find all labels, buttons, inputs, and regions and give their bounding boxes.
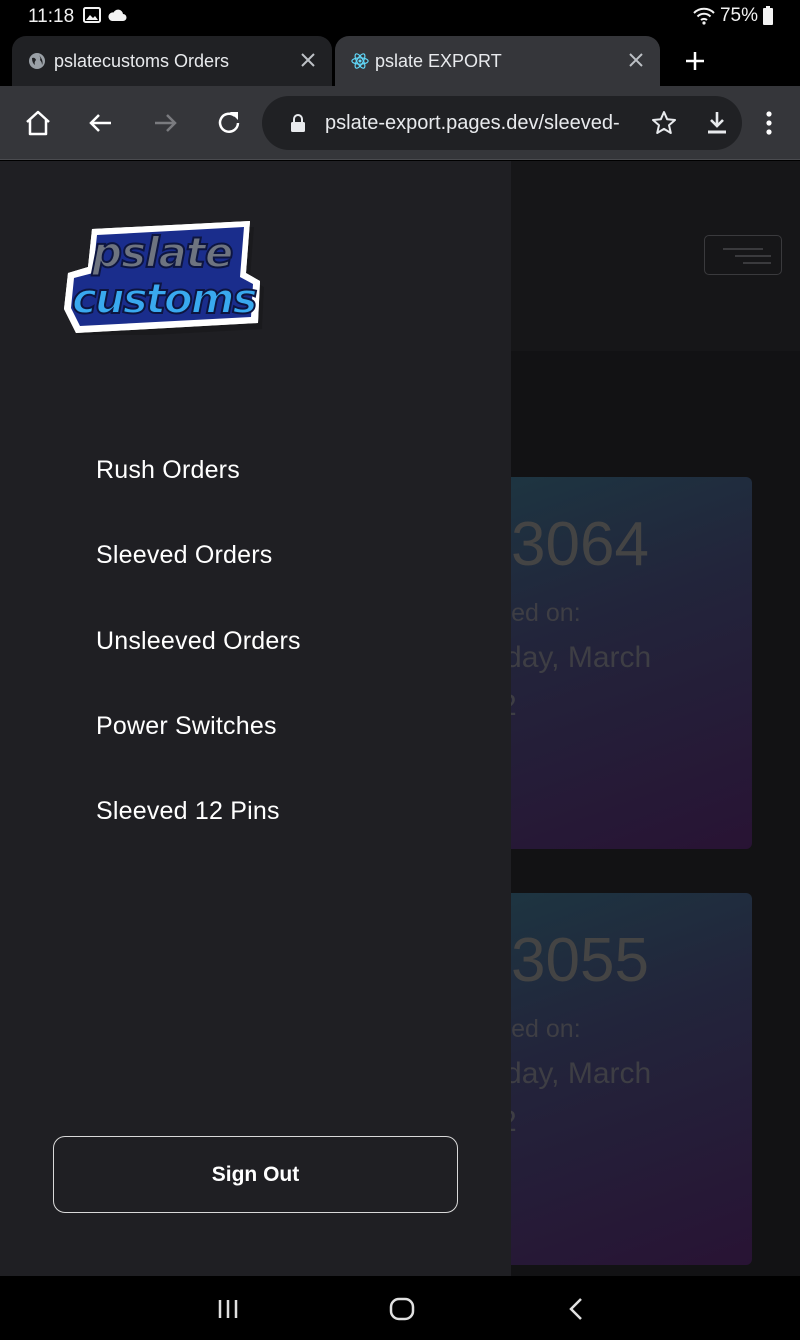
- system-nav-bar: [0, 1276, 800, 1340]
- sign-out-button[interactable]: Sign Out: [53, 1136, 458, 1213]
- url-text[interactable]: pslate-export.pages.dev/sleeved-: [325, 112, 637, 135]
- home-nav-icon[interactable]: [388, 1296, 416, 1322]
- close-icon[interactable]: [626, 50, 646, 70]
- tab-pslatecustoms-orders[interactable]: pslatecustoms Orders: [12, 36, 332, 86]
- back-arrow-icon[interactable]: [86, 108, 116, 138]
- download-icon[interactable]: [703, 109, 731, 137]
- status-bar: 11:18 75%: [0, 0, 800, 34]
- status-icons: [83, 7, 127, 23]
- browser-toolbar: pslate-export.pages.dev/sleeved-: [0, 86, 800, 160]
- recent-apps-icon[interactable]: [214, 1296, 242, 1322]
- hamburger-menu-button[interactable]: [704, 235, 782, 275]
- nav-item-sleeved-orders[interactable]: Sleeved Orders: [96, 541, 273, 570]
- more-menu-icon[interactable]: [756, 108, 782, 138]
- status-time: 11:18: [28, 6, 75, 27]
- wifi-icon: [693, 7, 715, 25]
- close-icon[interactable]: [298, 50, 318, 70]
- back-nav-icon[interactable]: [563, 1296, 591, 1322]
- nav-item-unsleeved-orders[interactable]: Unsleeved Orders: [96, 627, 301, 656]
- bookmark-star-icon[interactable]: [650, 109, 678, 137]
- battery-percent: 75%: [719, 5, 758, 26]
- reload-icon[interactable]: [214, 108, 244, 138]
- react-icon: [351, 53, 369, 69]
- image-icon: [83, 7, 101, 23]
- home-icon[interactable]: [23, 108, 53, 138]
- logo-text-customs: customs: [72, 274, 256, 323]
- nav-drawer: pslate customs Rush Orders Sleeved Order…: [0, 161, 511, 1276]
- cloud-icon: [108, 9, 127, 21]
- globe-icon: [29, 53, 45, 69]
- status-right: 75%: [692, 5, 774, 27]
- tab-strip: pslatecustoms Orders pslate EXPORT: [0, 34, 800, 86]
- battery-icon: [763, 6, 773, 25]
- nav-item-rush-orders[interactable]: Rush Orders: [96, 456, 240, 485]
- nav-item-sleeved-12-pins[interactable]: Sleeved 12 Pins: [96, 797, 280, 826]
- lock-icon[interactable]: [290, 113, 306, 133]
- logo-text-pslate: pslate: [91, 228, 232, 277]
- address-bar[interactable]: pslate-export.pages.dev/sleeved-: [262, 96, 742, 150]
- tab-title: pslatecustoms Orders: [54, 51, 230, 71]
- forward-arrow-icon[interactable]: [150, 108, 180, 138]
- tab-title: pslate EXPORT: [375, 51, 502, 71]
- tab-pslate-export[interactable]: pslate EXPORT: [335, 36, 660, 86]
- new-tab-plus-icon[interactable]: [682, 48, 708, 74]
- nav-item-power-switches[interactable]: Power Switches: [96, 712, 277, 741]
- pslatecustoms-logo: pslate customs: [64, 221, 264, 335]
